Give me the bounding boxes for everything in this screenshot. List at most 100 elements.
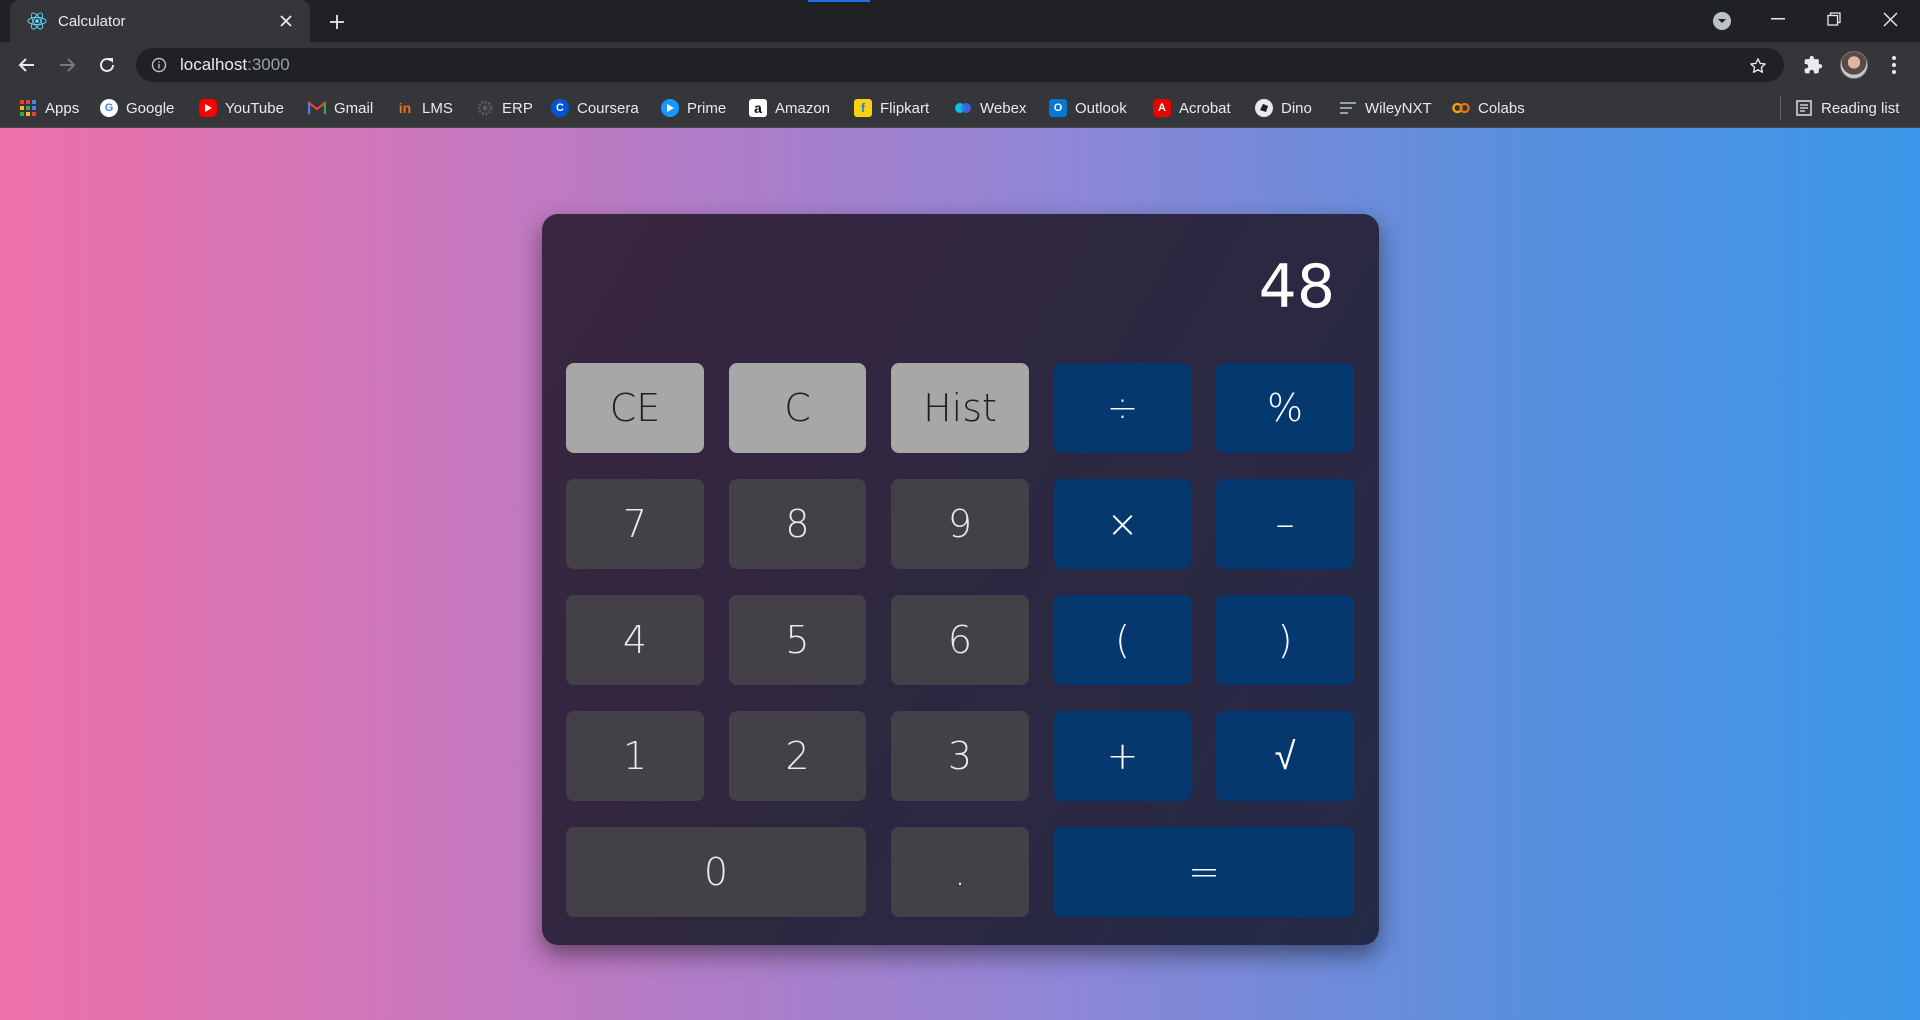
key-equals[interactable]: = [1054, 827, 1354, 917]
key-square-root[interactable]: √ [1216, 711, 1354, 801]
key-2[interactable]: 2 [729, 711, 866, 801]
forward-arrow-icon[interactable] [51, 49, 83, 81]
bookmark-lms[interactable]: in LMS [396, 96, 453, 120]
acrobat-icon: A [1153, 99, 1171, 117]
react-icon [26, 10, 48, 32]
coursera-icon: C [551, 99, 569, 117]
bookmark-dino[interactable]: Dino [1255, 96, 1312, 120]
bookmark-label: Coursera [577, 99, 639, 117]
key-6[interactable]: 6 [891, 595, 1029, 685]
bookmark-label: LMS [422, 99, 453, 117]
bookmark-label: Colabs [1478, 99, 1525, 117]
key-multiply[interactable]: × [1054, 479, 1191, 569]
bookmark-apps[interactable]: Apps [19, 96, 79, 120]
outlook-icon: O [1049, 99, 1067, 117]
key-close-paren[interactable]: ) [1216, 595, 1354, 685]
address-bar[interactable]: localhost:3000 [136, 48, 1784, 82]
key-history[interactable]: Hist [891, 363, 1029, 453]
bookmark-outlook[interactable]: O Outlook [1049, 96, 1127, 120]
page-viewport: 48 CE C Hist ÷ % 7 8 9 × – 4 5 6 ( ) 1 2… [0, 128, 1920, 1020]
key-clear[interactable]: C [729, 363, 866, 453]
bookmark-acrobat[interactable]: A Acrobat [1153, 96, 1231, 120]
key-divide[interactable]: ÷ [1054, 363, 1191, 453]
bookmark-label: Webex [980, 99, 1027, 117]
dino-icon [1255, 99, 1273, 117]
key-0[interactable]: 0 [566, 827, 866, 917]
lms-icon: in [398, 100, 412, 116]
kebab-menu-icon[interactable] [1880, 51, 1908, 79]
extensions-puzzle-icon[interactable] [1800, 52, 1826, 78]
browser-toolbar: localhost:3000 [0, 42, 1920, 88]
bookmark-label: ERP [502, 99, 533, 117]
gmail-icon [308, 99, 326, 117]
youtube-icon [199, 99, 217, 117]
tab-search-icon[interactable] [1710, 9, 1734, 33]
amazon-icon: a [749, 99, 767, 117]
calculator-panel: 48 CE C Hist ÷ % 7 8 9 × – 4 5 6 ( ) 1 2… [542, 214, 1379, 945]
key-open-paren[interactable]: ( [1054, 595, 1191, 685]
key-3[interactable]: 3 [891, 711, 1029, 801]
tab-strip: Calculator [0, 0, 1920, 42]
key-9[interactable]: 9 [891, 479, 1029, 569]
new-tab-button[interactable] [322, 7, 352, 37]
info-icon[interactable] [150, 56, 168, 74]
restore-icon[interactable] [1806, 0, 1862, 38]
back-arrow-icon[interactable] [11, 49, 43, 81]
bookmark-erp[interactable]: ERP [476, 96, 533, 120]
bookmark-label: Flipkart [880, 99, 930, 117]
key-subtract[interactable]: – [1216, 479, 1354, 569]
profile-avatar[interactable] [1840, 51, 1868, 79]
url-port: :3000 [247, 55, 290, 74]
key-add[interactable]: + [1054, 711, 1191, 801]
colab-icon [1452, 99, 1470, 117]
bookmark-wileynxt[interactable]: WileyNXT [1339, 96, 1432, 120]
bookmark-flipkart[interactable]: f Flipkart [854, 96, 929, 120]
reading-list-label: Reading list [1821, 99, 1900, 117]
bookmark-label: YouTube [225, 99, 284, 117]
bookmark-label: Google [126, 99, 175, 117]
bookmark-star-icon[interactable] [1748, 56, 1768, 76]
key-decimal[interactable]: . [891, 827, 1029, 917]
bookmark-label: Dino [1281, 99, 1312, 117]
flipkart-icon: f [854, 99, 872, 117]
wileynxt-icon [1339, 99, 1357, 117]
minimize-icon[interactable] [1750, 0, 1806, 38]
key-clear-entry[interactable]: CE [566, 363, 704, 453]
bookmark-gmail[interactable]: Gmail [308, 96, 373, 120]
prime-video-icon [661, 99, 679, 117]
url-host: localhost [180, 55, 248, 74]
bookmark-label: Apps [45, 99, 80, 117]
bookmarks-bar: Apps G Google YouTube Gmail in LMS ERP C… [0, 88, 1920, 128]
reload-icon[interactable] [91, 49, 123, 81]
bookmark-label: Outlook [1075, 99, 1127, 117]
apps-grid-icon [19, 99, 37, 117]
close-tab-icon[interactable] [274, 9, 298, 33]
key-7[interactable]: 7 [566, 479, 704, 569]
tab-calculator[interactable]: Calculator [10, 0, 310, 42]
bookmark-google[interactable]: G Google [100, 96, 174, 120]
bookmark-label: WileyNXT [1365, 99, 1432, 117]
key-5[interactable]: 5 [729, 595, 866, 685]
key-1[interactable]: 1 [566, 711, 704, 801]
bookmark-webex[interactable]: Webex [954, 96, 1026, 120]
key-percent[interactable]: % [1216, 363, 1354, 453]
bookmark-label: Prime [687, 99, 727, 117]
calculator-display: 48 [1258, 252, 1335, 322]
bookmark-prime[interactable]: Prime [661, 96, 726, 120]
url-text: localhost:3000 [180, 55, 290, 75]
key-8[interactable]: 8 [729, 479, 866, 569]
bookmark-colabs[interactable]: Colabs [1452, 96, 1525, 120]
key-4[interactable]: 4 [566, 595, 704, 685]
bookmark-amazon[interactable]: a Amazon [749, 96, 830, 120]
bookmark-youtube[interactable]: YouTube [199, 96, 284, 120]
bookmark-label: Gmail [334, 99, 374, 117]
window-accent-bar [808, 0, 870, 2]
bookmark-coursera[interactable]: C Coursera [551, 96, 639, 120]
bookmark-label: Acrobat [1179, 99, 1231, 117]
webex-icon [954, 99, 972, 117]
bookmark-label: Amazon [775, 99, 831, 117]
reading-list-button[interactable]: Reading list [1795, 96, 1899, 120]
close-window-icon[interactable] [1862, 0, 1918, 38]
bookmarks-divider [1780, 96, 1781, 120]
reading-list-icon [1795, 99, 1813, 117]
